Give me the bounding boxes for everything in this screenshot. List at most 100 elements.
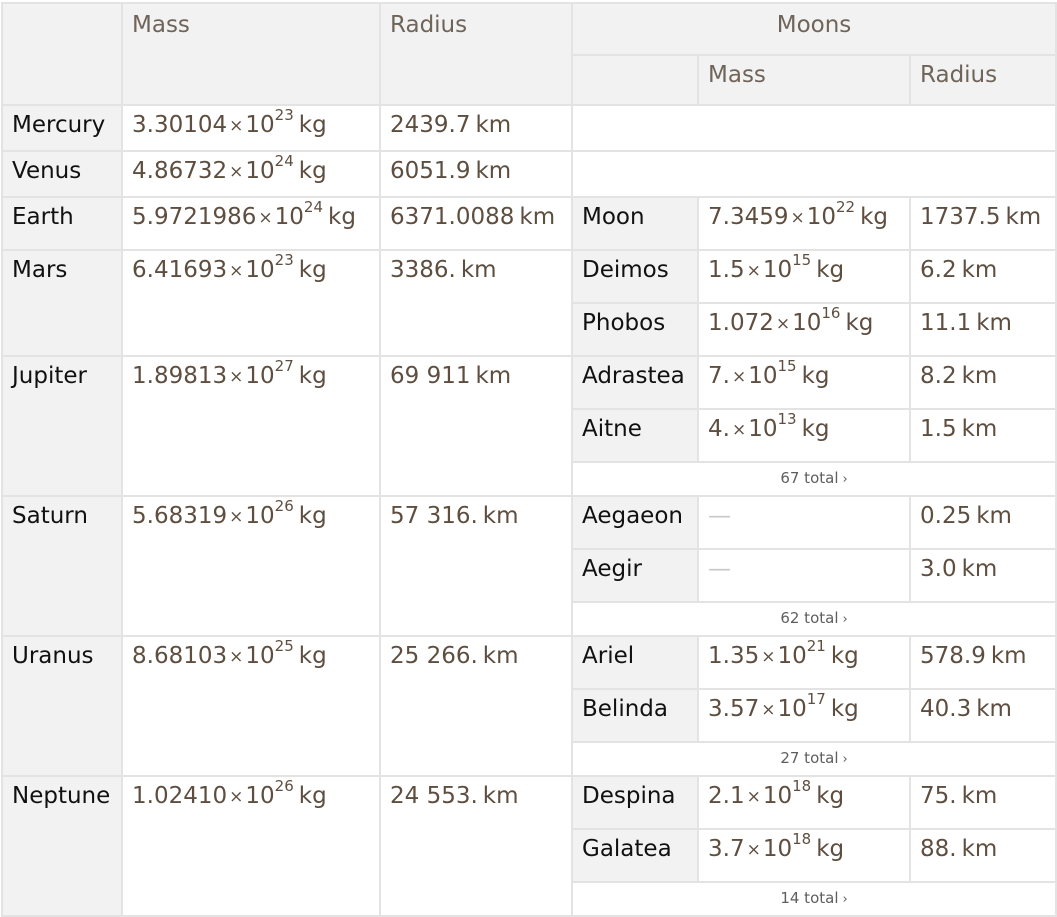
moon-mass: 3.7 ×1018 kg: [697, 828, 911, 883]
radius-unit: km: [482, 643, 519, 669]
radius-unit: km: [482, 783, 519, 809]
radius-value: 69 911: [390, 363, 471, 389]
mass-mantissa: 5.68319: [132, 503, 228, 529]
radius-value: 1.5: [920, 416, 957, 442]
planet-name: Saturn: [1, 495, 123, 637]
planet-row: Mars 6.41693 ×1023 kg 3386. km Deimos 1.5 ×1015 k…: [1, 249, 1057, 357]
planet-row: Venus 4.86732 ×1024 kg 6051.9 km: [1, 150, 1057, 198]
moons-total-link[interactable]: 62 total ›: [570, 601, 1057, 637]
moons-total-link[interactable]: 27 total ›: [570, 741, 1057, 777]
moons-total-link[interactable]: 14 total ›: [570, 881, 1057, 917]
planet-radius: 2439.7 km: [379, 104, 573, 152]
mass-unit: kg: [298, 257, 327, 283]
moon-radius: 3.0 km: [908, 548, 1057, 603]
mass-unit: kg: [845, 310, 874, 336]
planet-name: Venus: [1, 150, 123, 198]
planet-radius: 57 316. km: [379, 495, 573, 637]
mass-unit: kg: [816, 257, 845, 283]
radius-unit: km: [990, 643, 1027, 669]
moon-name: Ariel: [571, 635, 699, 690]
times-sign: ×: [229, 647, 244, 667]
moon-radius: 11.1 km: [908, 302, 1057, 357]
moon-mass: 1.072 ×1016 kg: [697, 302, 911, 357]
radius-header: Radius: [379, 2, 573, 106]
moon-mass-subheader: Mass: [697, 54, 911, 106]
radius-unit: km: [961, 416, 998, 442]
base-ten: 10: [245, 112, 275, 138]
mass-unit: kg: [801, 416, 830, 442]
base-ten: 10: [777, 696, 807, 722]
radius-value: 40.3: [920, 696, 972, 722]
times-sign: ×: [229, 787, 244, 807]
radius-unit: km: [475, 363, 512, 389]
times-sign: ×: [746, 840, 761, 860]
radius-unit: km: [976, 503, 1012, 529]
radius-value: 0.25: [920, 503, 972, 529]
planet-mass: 1.02410 ×1026 kg: [121, 775, 381, 917]
radius-unit: km: [1005, 204, 1042, 230]
radius-value: 24 553.: [390, 783, 478, 809]
moon-mass: 3.57 ×1017 kg: [697, 688, 911, 743]
base-ten: 10: [245, 503, 275, 529]
radius-value: 578.9: [920, 643, 986, 669]
missing-value: —: [708, 556, 731, 582]
base-ten: 10: [748, 363, 778, 389]
planet-radius: 6051.9 km: [379, 150, 573, 198]
moon-name-subheader: [571, 54, 699, 106]
base-ten: 10: [762, 836, 793, 862]
moon-radius: 40.3 km: [908, 688, 1057, 743]
chevron-right-icon: ›: [842, 472, 848, 487]
base-ten: 10: [245, 363, 275, 389]
moon-name: Galatea: [571, 828, 699, 883]
planet-row: Jupiter 1.89813 ×1027 kg 69 911 km Adrastea 7. ×…: [1, 355, 1057, 497]
radius-unit: km: [961, 556, 998, 582]
base-ten: 10: [245, 643, 275, 669]
mass-exponent: 16: [821, 304, 841, 323]
planet-name: Earth: [1, 196, 123, 251]
chevron-right-icon: ›: [842, 892, 848, 907]
base-ten: 10: [762, 783, 793, 809]
base-ten: 10: [245, 158, 275, 184]
mass-mantissa: 4.: [708, 416, 730, 442]
planet-table: Mass Radius Moons Mass Radius Mercury 3.3…: [1, 2, 1057, 917]
planet-mass: 4.86732 ×1024 kg: [121, 150, 381, 198]
planet-name: Uranus: [1, 635, 123, 777]
mass-unit: kg: [816, 836, 845, 862]
planet-row: Saturn 5.68319 ×1026 kg 57 316. km Aegaeon —0.2…: [1, 495, 1057, 637]
times-sign: ×: [229, 162, 244, 182]
times-sign: ×: [761, 700, 776, 720]
planet-radius: 3386. km: [379, 249, 573, 357]
times-sign: ×: [229, 367, 244, 387]
planet-name: Jupiter: [1, 355, 123, 497]
times-sign: ×: [761, 647, 776, 667]
mass-exponent: 21: [806, 637, 826, 656]
radius-value: 3386.: [390, 257, 456, 283]
mass-exponent: 26: [274, 497, 294, 516]
mass-mantissa: 3.57: [708, 696, 760, 722]
radius-value: 3.0: [920, 556, 957, 582]
mass-unit: kg: [830, 643, 859, 669]
base-ten: 10: [245, 257, 275, 283]
mass-header: Mass: [121, 2, 381, 106]
mass-unit: kg: [816, 783, 845, 809]
moon-name: Belinda: [571, 688, 699, 743]
mass-exponent: 25: [274, 637, 294, 656]
times-sign: ×: [746, 261, 761, 281]
mass-mantissa: 3.7: [708, 836, 745, 862]
moons-total-link[interactable]: 67 total ›: [570, 461, 1057, 497]
mass-exponent: 26: [274, 777, 294, 796]
times-sign: ×: [790, 208, 805, 228]
base-ten: 10: [748, 416, 778, 442]
moon-name: Despina: [571, 775, 699, 830]
moon-name: Aegaeon: [571, 495, 699, 550]
chevron-right-icon: ›: [842, 752, 848, 767]
moon-name: Phobos: [571, 302, 699, 357]
planet-row: Uranus 8.68103 ×1025 kg 25 266. km Ariel 1.35 ×1…: [1, 635, 1057, 777]
moon-mass: —: [697, 548, 911, 603]
base-ten: 10: [245, 783, 275, 809]
radius-unit: km: [976, 310, 1012, 336]
mass-exponent: 24: [303, 198, 324, 217]
times-sign: ×: [731, 367, 747, 387]
mass-exponent: 13: [777, 410, 797, 429]
mass-mantissa: 1.35: [708, 643, 760, 669]
